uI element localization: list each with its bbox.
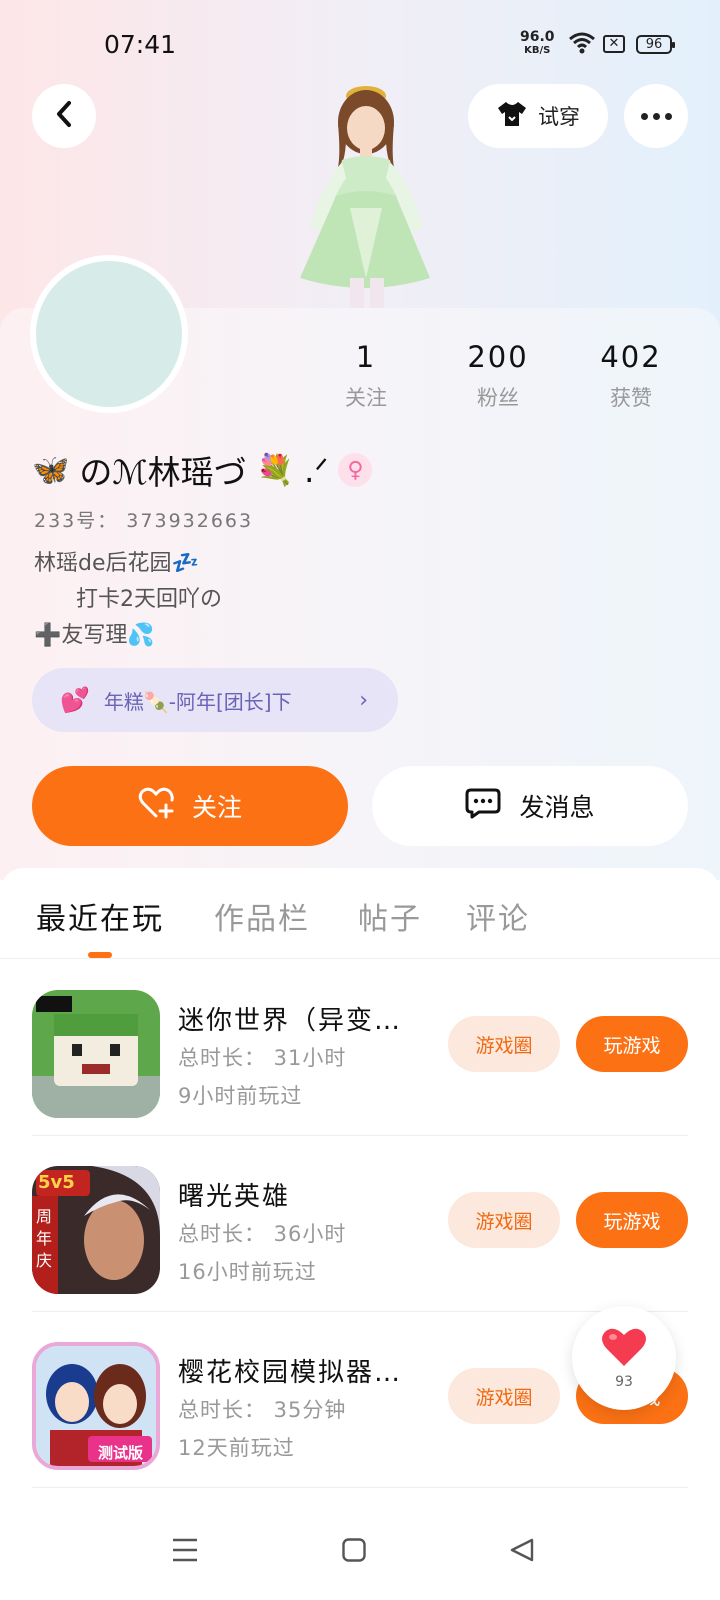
game-icon-sakura-school: 测试版 xyxy=(32,1342,160,1470)
double-heart-icon: 💕 xyxy=(60,686,90,714)
network-speed-value: 96.0 xyxy=(520,29,555,45)
back-button[interactable] xyxy=(32,84,96,148)
more-options-button[interactable] xyxy=(624,84,688,148)
try-on-label: 试穿 xyxy=(538,105,580,129)
status-bar: 07:41 96.0 KB/S ✕ 96 xyxy=(0,0,720,80)
heart-plus-icon xyxy=(138,787,174,825)
game-name: 曙光英雄 xyxy=(178,1182,291,1212)
follow-button[interactable]: 关注 xyxy=(32,766,348,846)
chevron-left-icon xyxy=(54,100,74,132)
game-icon-badge: 测试版 xyxy=(98,1444,144,1462)
heart-icon xyxy=(600,1326,648,1372)
send-message-label: 发消息 xyxy=(519,793,595,822)
chat-bubble-icon xyxy=(465,787,501,825)
status-time: 07:41 xyxy=(104,30,177,59)
avatar[interactable] xyxy=(30,255,188,413)
stat-following-count: 1 xyxy=(355,340,377,374)
tshirt-icon xyxy=(496,100,528,133)
stat-followers-count: 200 xyxy=(467,340,529,374)
list-item[interactable]: 迷你世界（异变… 总时长： 31小时 9小时前玩过 游戏圈 玩游戏 xyxy=(0,960,720,1136)
guild-badge[interactable]: 💕 年糕🍡-阿年[团长]下 › xyxy=(32,668,398,732)
bouquet-icon: 💐 xyxy=(256,452,295,488)
butterfly-icon: 🦋 xyxy=(32,452,70,488)
guild-label: 年糕🍡-阿年[团长]下 xyxy=(103,689,292,714)
like-floating-button[interactable]: 93 xyxy=(572,1306,676,1410)
tab-recently-played[interactable]: 最近在玩 xyxy=(36,894,164,938)
game-name: 迷你世界（异变… xyxy=(178,1006,403,1036)
stat-likes-count: 402 xyxy=(600,340,662,374)
profile-tabs: 最近在玩 作品栏 帖子 评论 xyxy=(0,894,720,956)
female-gender-icon: ♀ xyxy=(338,453,373,487)
no-sim-icon: ✕ xyxy=(603,35,625,53)
game-last-played: 16小时前玩过 xyxy=(178,1260,317,1284)
send-message-button[interactable]: 发消息 xyxy=(372,766,688,846)
back-nav-icon[interactable] xyxy=(510,1538,534,1566)
more-dots-icon xyxy=(640,112,672,120)
user-bio: 林瑶de后花园💤 打卡2天回吖の ➕友写理💦 xyxy=(34,551,222,648)
play-game-button[interactable]: 玩游戏 xyxy=(576,1192,688,1248)
game-last-played: 12天前玩过 xyxy=(178,1436,295,1460)
wifi-icon xyxy=(569,32,595,58)
list-divider xyxy=(32,1487,688,1488)
network-speed: 96.0 KB/S xyxy=(520,30,555,58)
user-name: 🦋 のℳ林瑶づ 💐 .ᐟ ♀ xyxy=(32,446,373,494)
tab-comments[interactable]: 评论 xyxy=(466,894,530,938)
like-count: 93 xyxy=(615,1374,633,1390)
tab-posts[interactable]: 帖子 xyxy=(358,894,422,938)
game-total-time: 总时长： 36小时 xyxy=(178,1222,347,1246)
stat-followers-label: 粉丝 xyxy=(477,386,519,410)
game-circle-button[interactable]: 游戏圈 xyxy=(448,1368,560,1424)
stat-likes[interactable]: 402 获赞 xyxy=(576,340,686,412)
list-item[interactable]: 5v5 周年庆 曙光英雄 总时长： 36小时 16小时前玩过 游戏圈 玩游戏 xyxy=(0,1136,720,1312)
user-id[interactable]: 233号： 373932663 xyxy=(34,506,253,533)
game-icon-side-label: 周年庆 xyxy=(36,1207,53,1270)
game-total-time: 总时长： 35分钟 xyxy=(178,1398,347,1422)
home-icon[interactable] xyxy=(342,1538,366,1566)
game-circle-button[interactable]: 游戏圈 xyxy=(448,1016,560,1072)
game-circle-button[interactable]: 游戏圈 xyxy=(448,1192,560,1248)
game-name: 樱花校园模拟器… xyxy=(178,1358,403,1388)
follow-label: 关注 xyxy=(191,793,242,822)
system-navigation-bar xyxy=(0,1508,720,1600)
game-last-played: 9小时前玩过 xyxy=(178,1084,303,1108)
game-icon-dawn-heroes: 5v5 周年庆 xyxy=(32,1166,160,1294)
network-speed-unit: KB/S xyxy=(524,45,551,56)
play-game-button[interactable]: 玩游戏 xyxy=(576,1016,688,1072)
chevron-right-icon: › xyxy=(359,687,368,713)
avatar-character-figure[interactable] xyxy=(280,78,450,310)
stat-followers[interactable]: 200 粉丝 xyxy=(443,340,553,412)
stat-likes-label: 获赞 xyxy=(610,386,652,410)
user-name-tail: .ᐟ xyxy=(304,450,329,490)
stat-following[interactable]: 1 关注 xyxy=(311,340,421,412)
menu-icon[interactable] xyxy=(172,1538,198,1566)
try-on-button[interactable]: 试穿 xyxy=(468,84,608,148)
game-icon-mini-world xyxy=(32,990,160,1118)
game-total-time: 总时长： 31小时 xyxy=(178,1046,347,1070)
user-name-text: のℳ林瑶づ xyxy=(79,453,247,492)
game-icon-badge: 5v5 xyxy=(38,1172,75,1193)
stat-following-label: 关注 xyxy=(345,386,387,410)
battery-icon: 96 xyxy=(636,35,675,54)
tab-works[interactable]: 作品栏 xyxy=(214,894,310,938)
tabs-divider xyxy=(0,958,720,959)
